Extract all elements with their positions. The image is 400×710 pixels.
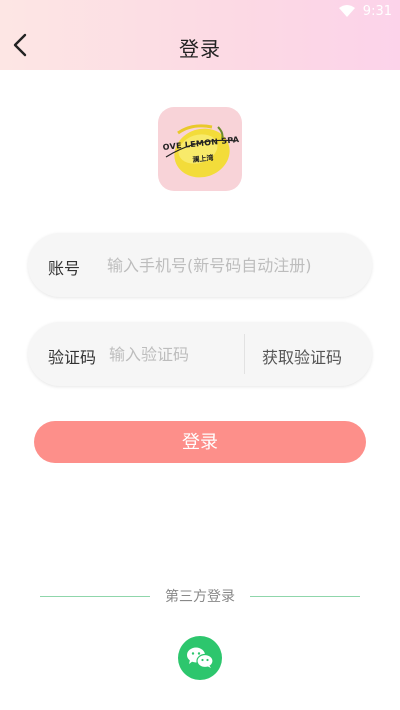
code-input[interactable] (109, 342, 237, 366)
account-label: 账号 (48, 259, 81, 278)
wechat-login-button[interactable] (178, 636, 222, 680)
code-label: 验证码 (48, 348, 97, 367)
account-field: 账号 (28, 233, 372, 297)
field-divider (244, 334, 245, 374)
top-bar: 9:31 登录 (0, 0, 400, 70)
phone-input[interactable] (107, 253, 357, 277)
status-time: 9:31 (362, 4, 392, 19)
login-button[interactable]: 登录 (34, 421, 366, 463)
app-logo: OVE LEMON SPA 澜上湾 (158, 107, 242, 191)
wifi-icon (339, 5, 355, 17)
page-title: 登录 (179, 37, 221, 61)
get-code-button[interactable]: 获取验证码 (262, 344, 342, 368)
code-field: 验证码 获取验证码 (28, 322, 372, 386)
wechat-icon (187, 647, 214, 669)
third-party-label: 第三方登录 (165, 589, 235, 605)
